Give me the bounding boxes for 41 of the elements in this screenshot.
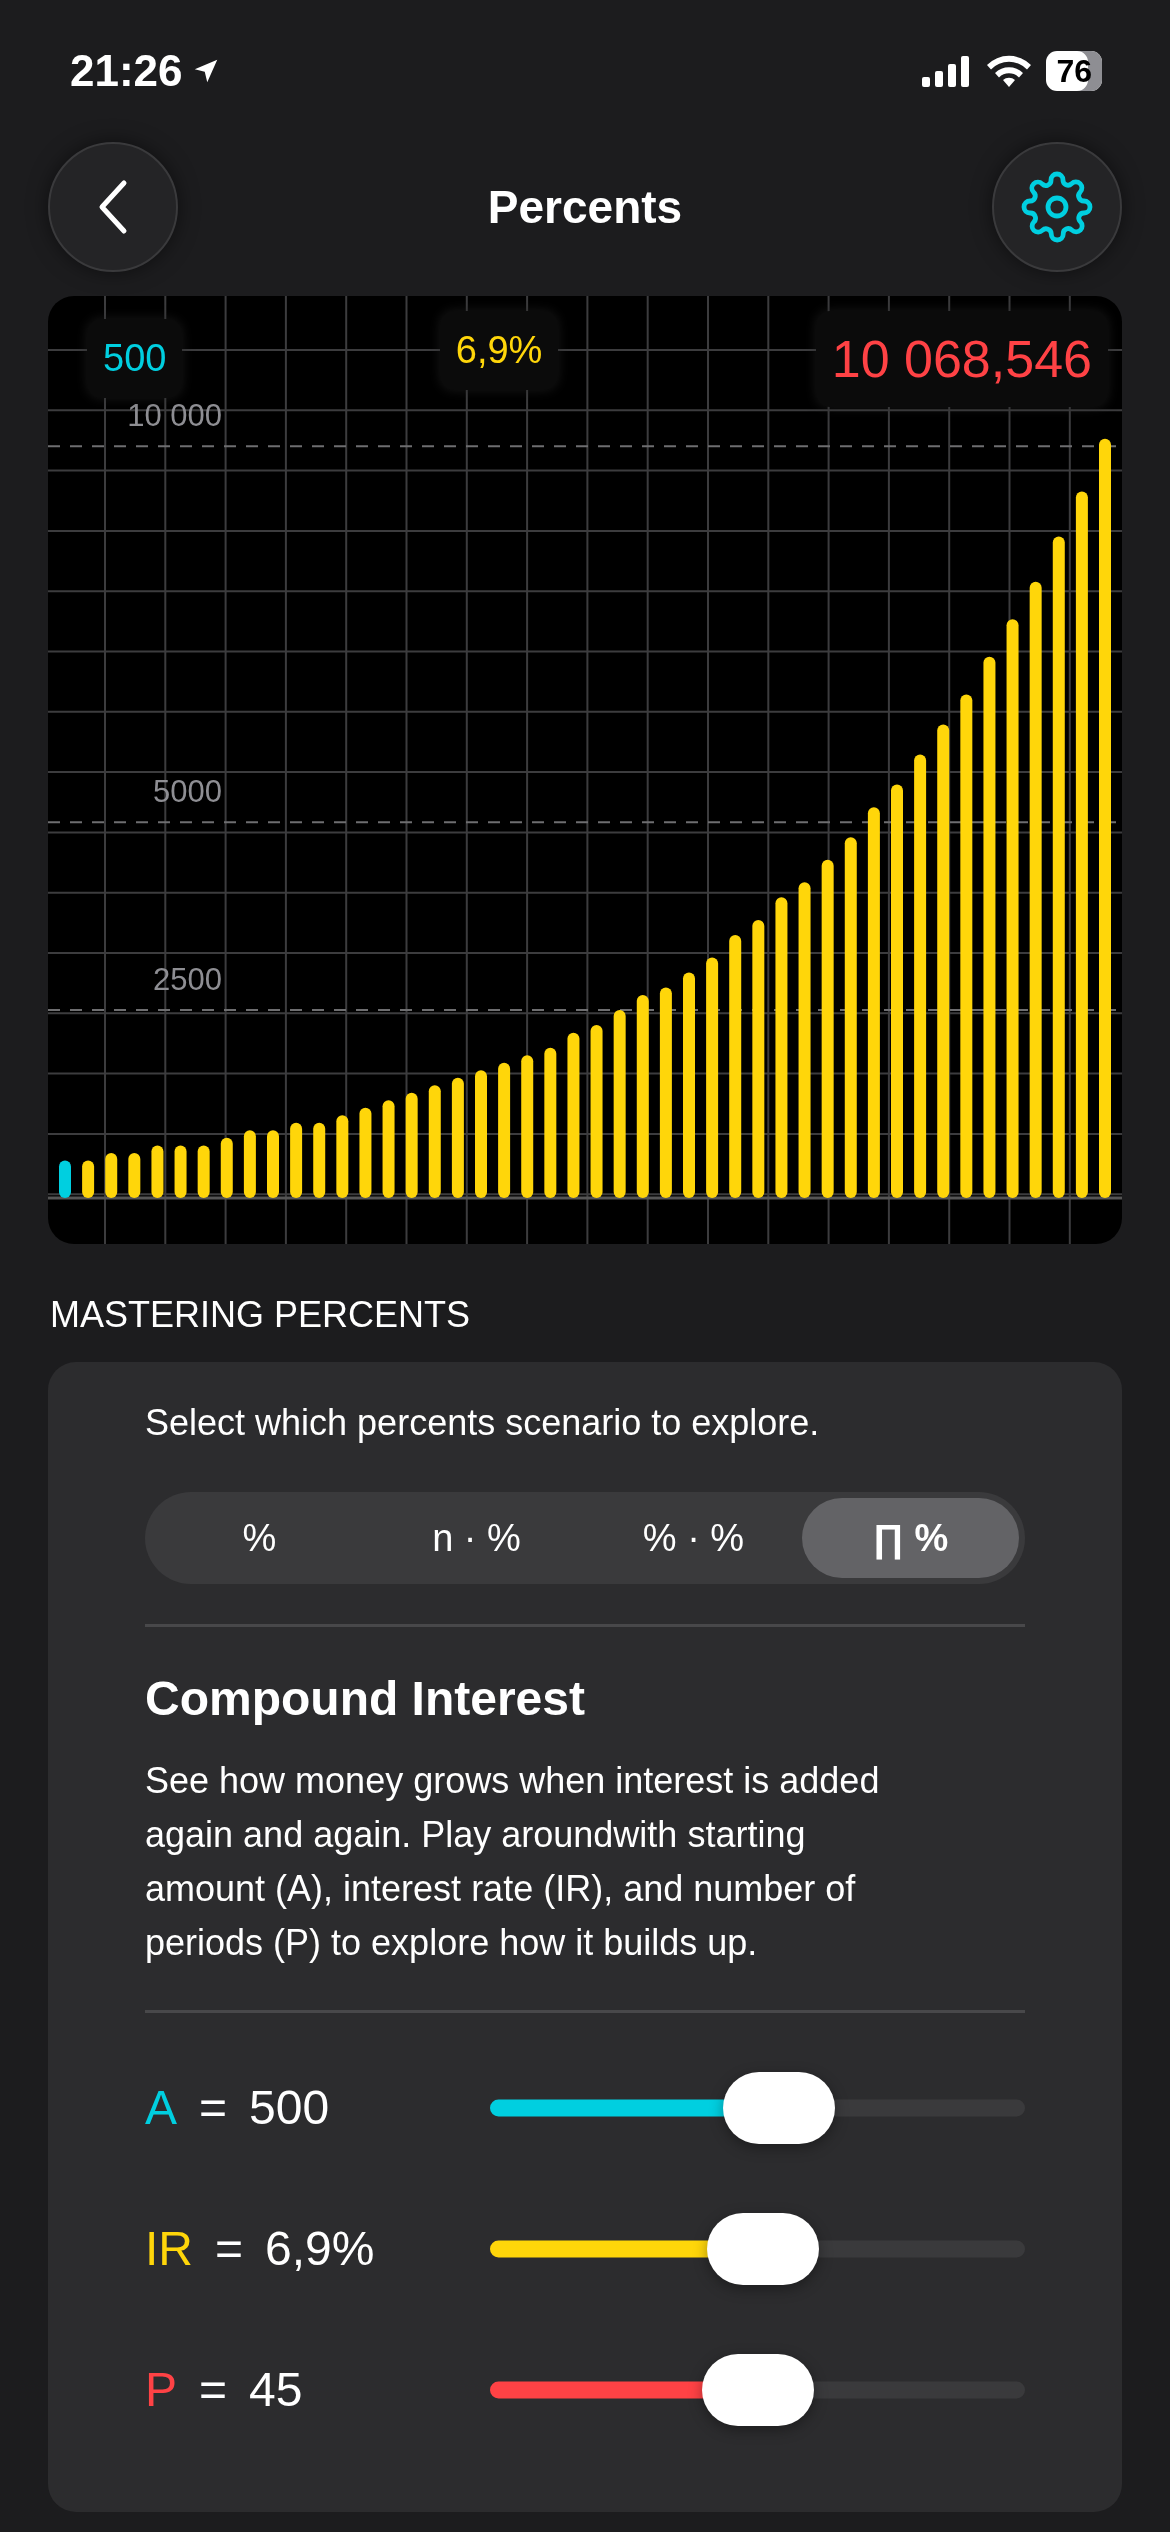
page-title: Percents	[487, 180, 683, 234]
variable-value: 6,9%	[265, 2221, 375, 2276]
axis-label: 2500	[153, 962, 222, 998]
segment-tab[interactable]: n · %	[368, 1498, 585, 1578]
section-heading: MASTERING PERCENTS	[50, 1294, 472, 1336]
axis-label: 10 000	[127, 398, 222, 434]
variable-value: 45	[249, 2362, 303, 2417]
variable-symbol: IR	[145, 2221, 193, 2276]
slider[interactable]	[490, 2070, 1025, 2145]
chart-bar	[59, 1160, 71, 1198]
equals-sign: =	[199, 2080, 228, 2135]
chart-bar	[243, 1130, 256, 1198]
value-badge: 500	[87, 319, 183, 398]
wifi-icon	[986, 54, 1033, 88]
chart-bar	[82, 1160, 95, 1198]
chart-bar	[151, 1145, 164, 1198]
slider[interactable]	[490, 2211, 1025, 2286]
segment-tab[interactable]: % · %	[585, 1498, 802, 1578]
chart-bar	[197, 1145, 210, 1198]
value-badge: 10 068,546	[815, 311, 1108, 407]
chart-bar	[105, 1152, 118, 1198]
scenario-title: Compound Interest	[145, 1671, 586, 1726]
slider[interactable]	[490, 2352, 1025, 2427]
axis-label: 5000	[153, 774, 222, 810]
equals-sign: =	[215, 2221, 244, 2276]
chart-bar	[128, 1152, 141, 1198]
equals-sign: =	[199, 2362, 228, 2417]
segment-tab[interactable]: ∏ %	[802, 1498, 1019, 1578]
variable-symbol: P	[145, 2362, 177, 2417]
variable-value: 500	[249, 2080, 330, 2135]
variable-symbol: A	[145, 2080, 177, 2135]
value-badge: 6,9%	[439, 311, 559, 390]
scenario-description: See how money grows when interest is added again and again. Play aroundwith starting amount (A), interest rate (IR), and number of periods (P) to explore how it builds up.	[145, 1759, 881, 1965]
chart-bar	[267, 1130, 279, 1198]
segment-tab[interactable]: %	[151, 1498, 368, 1578]
chart-bar	[174, 1145, 187, 1198]
intro-text: Select which percents scenario to explore.	[145, 1402, 821, 1444]
chart-bar	[220, 1137, 233, 1198]
settings-icon	[1021, 171, 1093, 243]
battery-indicator: 76	[1046, 51, 1102, 91]
status-time: 21:26	[70, 46, 183, 96]
